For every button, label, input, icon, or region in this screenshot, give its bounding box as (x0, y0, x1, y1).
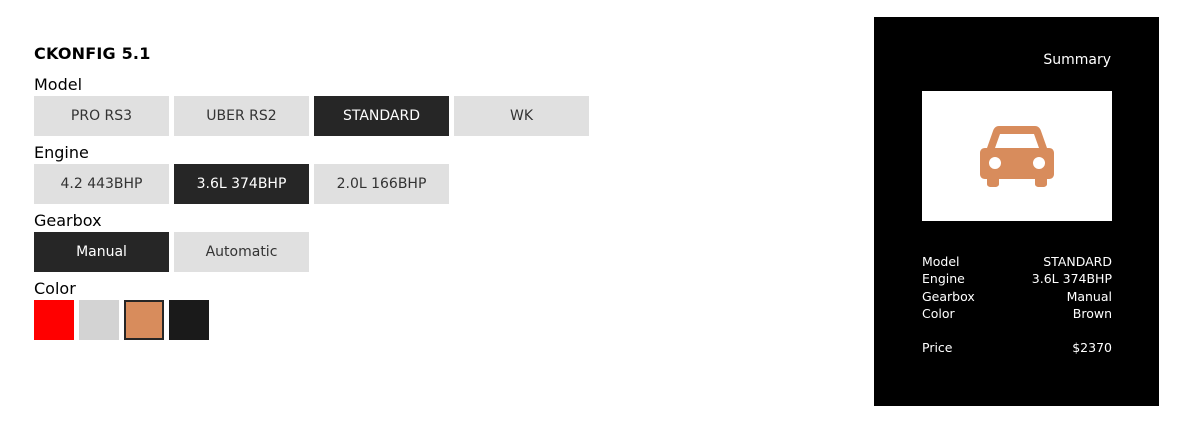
summary-row-label: Engine (922, 271, 965, 287)
app-title: CKONFIG 5.1 (34, 44, 151, 63)
car-icon (980, 126, 1054, 187)
engine-group: Engine 4.2 443BHP 3.6L 374BHP 2.0L 166BH… (34, 144, 589, 204)
engine-label: Engine (34, 143, 89, 162)
model-options: PRO RS3 UBER RS2 STANDARD WK (34, 96, 589, 136)
summary-row-value: 3.6L 374BHP (1031, 271, 1112, 287)
summary-row-value: Manual (1066, 288, 1112, 304)
color-swatches (34, 300, 589, 340)
summary-spec-list: Model STANDARD Engine 3.6L 374BHP Gearbo… (922, 253, 1112, 322)
summary-row-color: Color Brown (922, 305, 1112, 322)
summary-row-engine: Engine 3.6L 374BHP (922, 270, 1112, 287)
summary-row-value: STANDARD (1043, 254, 1112, 269)
model-group: Model PRO RS3 UBER RS2 STANDARD WK (34, 76, 589, 136)
summary-row-model: Model STANDARD (922, 253, 1112, 270)
summary-row-value: Brown (1072, 305, 1112, 321)
engine-option-2-0l[interactable]: 2.0L 166BHP (314, 164, 449, 204)
configurator-page: CKONFIG 5.1 Model PRO RS3 UBER RS2 STAND… (0, 0, 1193, 431)
color-group: Color (34, 280, 589, 340)
color-swatch-brown[interactable] (124, 300, 164, 340)
summary-row-label: Gearbox (922, 288, 975, 304)
model-option-pro-rs3[interactable]: PRO RS3 (34, 96, 169, 136)
car-preview (922, 91, 1112, 221)
summary-row-gearbox: Gearbox Manual (922, 288, 1112, 305)
model-option-uber-rs2[interactable]: UBER RS2 (174, 96, 309, 136)
model-label: Model (34, 75, 83, 94)
price-label: Price (922, 340, 953, 355)
summary-panel: Summary Model STANDARD Engine 3.6L 374BH… (874, 17, 1159, 406)
summary-price: Price $2370 (922, 339, 1112, 356)
engine-options: 4.2 443BHP 3.6L 374BHP 2.0L 166BHP (34, 164, 589, 204)
configurator-form: CKONFIG 5.1 Model PRO RS3 UBER RS2 STAND… (34, 40, 589, 348)
engine-option-4-2[interactable]: 4.2 443BHP (34, 164, 169, 204)
model-option-wk[interactable]: WK (454, 96, 589, 136)
engine-option-3-6l[interactable]: 3.6L 374BHP (174, 164, 309, 204)
summary-row-label: Color (922, 305, 955, 321)
summary-row-label: Model (922, 254, 960, 269)
gearbox-option-manual[interactable]: Manual (34, 232, 169, 272)
color-swatch-silver[interactable] (79, 300, 119, 340)
gearbox-label: Gearbox (34, 211, 102, 230)
gearbox-group: Gearbox Manual Automatic (34, 212, 589, 272)
color-swatch-red[interactable] (34, 300, 74, 340)
gearbox-options: Manual Automatic (34, 232, 589, 272)
gearbox-option-automatic[interactable]: Automatic (174, 232, 309, 272)
color-label: Color (34, 279, 76, 298)
summary-title: Summary (1043, 52, 1111, 68)
price-row: Price $2370 (922, 339, 1112, 356)
price-value: $2370 (1072, 340, 1112, 355)
color-swatch-black[interactable] (169, 300, 209, 340)
model-option-standard[interactable]: STANDARD (314, 96, 449, 136)
